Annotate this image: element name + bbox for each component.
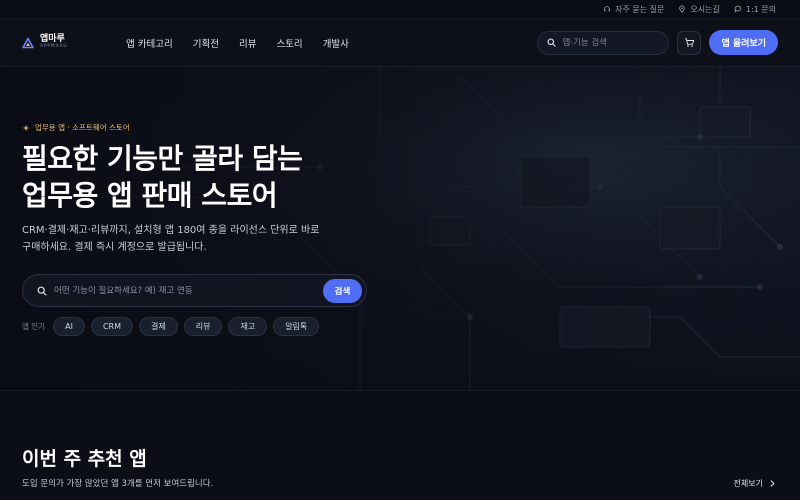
cart-button[interactable] xyxy=(677,30,702,55)
tag-chip-crm[interactable]: CRM xyxy=(90,317,133,336)
chevron-right-icon xyxy=(770,480,775,487)
nav-menu: 앱 카테고리 기획전 리뷰 스토리 개발사 xyxy=(126,36,349,50)
cart-icon xyxy=(684,38,695,47)
map-pin-icon xyxy=(679,5,686,13)
view-all-link[interactable]: 전체보기 xyxy=(734,478,776,489)
search-icon xyxy=(547,38,557,47)
hero-eyebrow: 업무용 앱 · 소프트웨어 스토어 xyxy=(22,122,130,133)
hero-search-box[interactable]: 검색 xyxy=(22,274,367,307)
faq-label: 자주 묻는 질문 xyxy=(615,4,665,14)
nav-search-box[interactable] xyxy=(537,30,670,55)
chat-bubble-icon xyxy=(734,5,741,13)
nav-item-reviews[interactable]: 리뷰 xyxy=(239,36,256,50)
sparkle-icon xyxy=(22,124,30,131)
nav-item-developers[interactable]: 개발사 xyxy=(323,36,349,50)
headset-icon xyxy=(604,6,610,12)
logo[interactable]: 앱마루 APPMARU xyxy=(22,35,122,50)
section-title: 이번 주 추천 앱 xyxy=(22,448,147,470)
tag-chip-alimtalk[interactable]: 알림톡 xyxy=(273,317,320,336)
utility-bar: 자주 묻는 질문 오시는길 1:1 문의 xyxy=(0,0,800,19)
nav-item-exhibitions[interactable]: 기획전 xyxy=(193,36,219,50)
brand-name: 앱마루 xyxy=(40,34,65,45)
inquiry-label: 1:1 문의 xyxy=(745,4,776,14)
hero-section: 업무용 앱 · 소프트웨어 스토어 필요한 기능만 골라 담는 업무용 앱 판매… xyxy=(0,67,800,390)
nav-item-categories[interactable]: 앱 카테고리 xyxy=(126,36,173,50)
tag-chip-inventory[interactable]: 재고 xyxy=(228,317,268,336)
tag-chip-payment[interactable]: 결제 xyxy=(138,317,178,336)
nav-actions: 앱 올려보기 xyxy=(537,30,778,55)
triangle-logo-icon xyxy=(22,37,34,48)
inquiry-link[interactable]: 1:1 문의 xyxy=(734,4,776,15)
tag-chip-ai[interactable]: AI xyxy=(53,317,85,336)
search-icon xyxy=(37,286,47,296)
directions-label: 오시는길 xyxy=(690,4,720,14)
popular-tags-label: 앱 인기 xyxy=(22,322,46,331)
directions-link[interactable]: 오시는길 xyxy=(678,4,720,15)
popular-tags: 앱 인기 AI CRM 결제 리뷰 재고 알림톡 xyxy=(22,317,320,336)
nav-search-input[interactable] xyxy=(562,37,663,48)
faq-link[interactable]: 자주 묻는 질문 xyxy=(603,4,664,15)
hero-description-line1: CRM·결제·재고·리뷰까지, 설치형 앱 180여 종을 라이선스 단위로 바… xyxy=(22,225,320,236)
hero-search-input[interactable] xyxy=(54,285,304,296)
tag-chip-review[interactable]: 리뷰 xyxy=(183,317,223,336)
hero-description-line2: 구매하세요. 결제 즉시 계정으로 발급됩니다. xyxy=(22,242,207,253)
hero-description: CRM·결제·재고·리뷰까지, 설치형 앱 180여 종을 라이선스 단위로 바… xyxy=(22,222,352,256)
hero-title-line1: 필요한 기능만 골라 담는 xyxy=(22,142,303,175)
nav-item-stories[interactable]: 스토리 xyxy=(276,36,302,50)
main-navbar: 앱마루 APPMARU 앱 카테고리 기획전 리뷰 스토리 개발사 앱 올려보기 xyxy=(0,19,800,67)
hero-search-button[interactable]: 검색 xyxy=(323,279,362,303)
brand-subtitle: APPMARU xyxy=(40,44,68,50)
hero-eyebrow-label: 업무용 앱 · 소프트웨어 스토어 xyxy=(35,123,130,132)
sell-app-button[interactable]: 앱 올려보기 xyxy=(709,30,778,55)
recommended-section: 이번 주 추천 앱 도입 문의가 가장 많았던 앱 3개를 먼저 보여드립니다.… xyxy=(0,390,800,500)
section-subtitle: 도입 문의가 가장 많았던 앱 3개를 먼저 보여드립니다. xyxy=(22,479,214,489)
hero-title: 필요한 기능만 골라 담는 업무용 앱 판매 스토어 xyxy=(22,140,442,214)
view-all-label: 전체보기 xyxy=(733,479,763,488)
hero-title-line2: 업무용 앱 판매 스토어 xyxy=(22,179,278,212)
